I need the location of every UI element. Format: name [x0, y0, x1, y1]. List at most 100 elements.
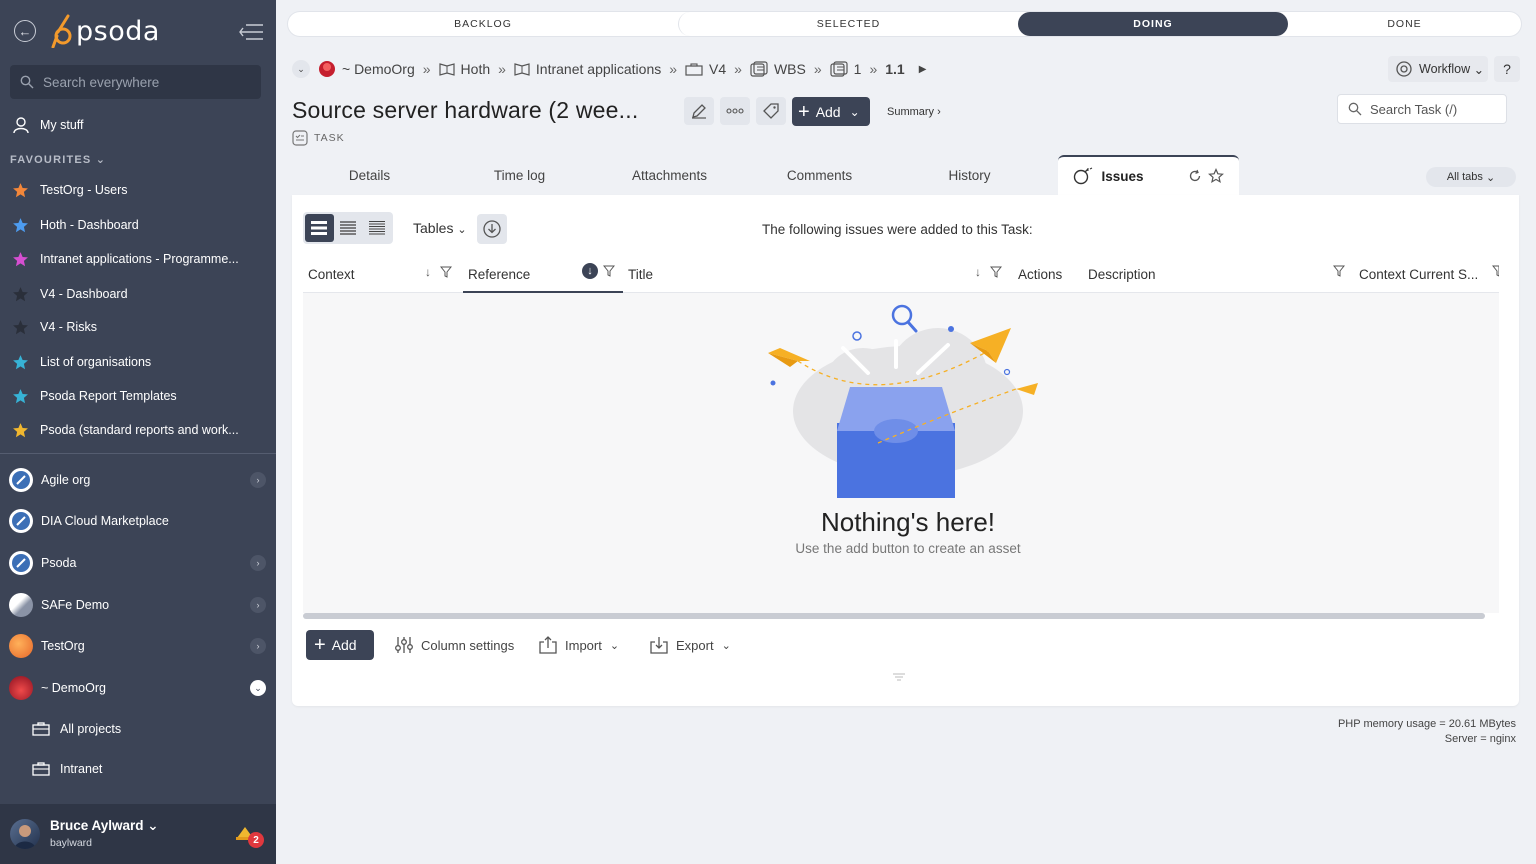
tab-history[interactable]: History — [922, 155, 1017, 195]
briefcase-icon — [32, 722, 50, 736]
favourite-item[interactable]: List of organisations — [0, 347, 276, 377]
chevron-right-icon[interactable]: › — [250, 597, 266, 613]
org-psoda[interactable]: Psoda › — [0, 546, 276, 580]
back-icon[interactable]: ← — [14, 20, 36, 42]
psoda-logo[interactable]: psoda — [50, 13, 160, 49]
favourite-item[interactable]: TestOrg - Users — [0, 175, 276, 205]
tab-attachments[interactable]: Attachments — [612, 155, 727, 195]
tab-comments[interactable]: Comments — [767, 155, 872, 195]
briefcase-icon — [32, 762, 50, 776]
stage-backlog[interactable]: BACKLOG — [288, 12, 678, 36]
sort-arrow-icon[interactable]: ↓ — [975, 265, 981, 279]
horizontal-scrollbar[interactable] — [303, 613, 1485, 619]
star-outline-icon[interactable] — [1207, 168, 1224, 184]
sub-item-all-projects[interactable]: All projects — [32, 714, 121, 744]
filter-icon[interactable] — [1333, 265, 1345, 277]
download-options-button[interactable] — [477, 214, 507, 244]
breadcrumb-v4[interactable]: V4 — [685, 61, 726, 77]
favourite-item[interactable]: V4 - Risks — [0, 312, 276, 342]
more-button[interactable] — [720, 97, 750, 125]
tab-bar: Details Time log Attachments Comments Hi… — [292, 155, 1522, 195]
breadcrumb-wbs[interactable]: WBS — [750, 61, 806, 77]
org-label: Psoda — [41, 556, 77, 570]
filter-icon[interactable] — [990, 266, 1002, 278]
add-button[interactable]: + Add ⌄ — [792, 97, 870, 126]
favourite-item[interactable]: Psoda (standard reports and work... — [0, 415, 276, 445]
star-icon[interactable] — [11, 217, 30, 234]
stage-doing[interactable]: DOING — [1018, 12, 1288, 36]
column-header-title[interactable]: Title — [628, 255, 653, 293]
workflow-button[interactable]: Workflow ⌄ — [1388, 56, 1488, 82]
favourite-item[interactable]: Intranet applications - Programme... — [0, 244, 276, 274]
all-tabs-dropdown[interactable]: All tabs ⌄ — [1426, 167, 1516, 187]
filter-icon[interactable] — [603, 265, 615, 277]
refresh-icon[interactable] — [1188, 169, 1202, 183]
breadcrumb-hoth[interactable]: Hoth — [438, 61, 490, 77]
view-dense-button[interactable] — [362, 214, 391, 242]
chevron-down-icon[interactable]: ⌄ — [292, 60, 310, 78]
filter-icon[interactable] — [440, 266, 452, 278]
org-testorg[interactable]: TestOrg › — [0, 629, 276, 663]
tab-time-log[interactable]: Time log — [472, 155, 567, 195]
sort-arrow-icon[interactable]: ↓ — [425, 265, 431, 279]
column-settings-button[interactable]: Column settings — [394, 636, 514, 654]
breadcrumb-intranet-applications[interactable]: Intranet applications — [514, 61, 661, 77]
sort-active-icon[interactable]: ↓ — [582, 263, 598, 279]
stage-done[interactable]: DONE — [1288, 12, 1521, 36]
favourite-item[interactable]: Psoda Report Templates — [0, 381, 276, 411]
tab-issues[interactable]: Issues — [1058, 155, 1239, 195]
help-button[interactable]: ? — [1494, 56, 1520, 82]
star-icon[interactable] — [11, 319, 30, 336]
breadcrumb-demoorg[interactable]: ~ DemoOrg — [318, 60, 415, 78]
tab-details[interactable]: Details — [322, 155, 417, 195]
caret-right-icon[interactable]: ▶ — [919, 64, 927, 75]
sub-item-intranet[interactable]: Intranet — [32, 754, 102, 784]
user-icon — [12, 117, 29, 134]
org-safe-demo[interactable]: SAFe Demo › — [0, 588, 276, 622]
edit-button[interactable] — [684, 97, 714, 125]
user-name[interactable]: Bruce Aylward ⌄ — [50, 818, 159, 834]
chevron-right-icon[interactable]: › — [250, 555, 266, 571]
my-stuff-link[interactable]: My stuff — [0, 110, 276, 140]
search-task-input[interactable]: Search Task (/) — [1337, 94, 1507, 124]
view-list-button[interactable] — [305, 214, 334, 242]
summary-link[interactable]: Summary › — [887, 106, 941, 118]
favourite-item[interactable]: V4 - Dashboard — [0, 279, 276, 309]
org-agile-org[interactable]: Agile org › — [0, 463, 276, 497]
star-icon[interactable] — [11, 354, 30, 371]
view-compact-button[interactable] — [334, 214, 363, 242]
resize-grip-icon[interactable] — [892, 673, 906, 681]
favourite-label: List of organisations — [40, 355, 152, 369]
column-header-context-current-stage[interactable]: Context Current S... — [1359, 255, 1478, 293]
column-header-description[interactable]: Description — [1088, 255, 1156, 293]
column-header-actions[interactable]: Actions — [1018, 255, 1062, 293]
breadcrumb-1[interactable]: 1 — [830, 61, 861, 77]
search-everywhere-input[interactable]: Search everywhere — [10, 65, 261, 99]
avatar[interactable] — [10, 819, 40, 849]
panel-add-button[interactable]: + Add — [306, 630, 374, 660]
tag-button[interactable] — [756, 97, 786, 125]
star-icon[interactable] — [11, 182, 30, 199]
export-button[interactable]: Export ⌄ — [649, 636, 731, 654]
org-demoorg[interactable]: ~ DemoOrg ⌄ — [0, 671, 276, 705]
chevron-right-icon[interactable]: › — [250, 472, 266, 488]
filter-icon[interactable] — [1492, 265, 1499, 277]
favourites-header[interactable]: FAVOURITES ⌄ — [10, 153, 106, 166]
star-icon[interactable] — [11, 251, 30, 268]
org-dia-cloud-marketplace[interactable]: DIA Cloud Marketplace — [0, 504, 276, 538]
tables-dropdown[interactable]: Tables ⌄ — [413, 220, 467, 236]
org-logo-icon — [9, 634, 33, 658]
chevron-down-icon[interactable]: ⌄ — [250, 680, 266, 696]
column-header-reference[interactable]: Reference — [468, 255, 530, 293]
chevron-down-icon: ⌄ — [609, 639, 620, 652]
star-icon[interactable] — [11, 286, 30, 303]
column-header-context[interactable]: Context — [308, 255, 355, 293]
description-column-controls — [1333, 265, 1345, 277]
collapse-menu-icon[interactable] — [238, 23, 264, 41]
star-icon[interactable] — [11, 388, 30, 405]
chevron-right-icon[interactable]: › — [250, 638, 266, 654]
stage-selected[interactable]: SELECTED — [678, 12, 1018, 36]
star-icon[interactable] — [11, 422, 30, 439]
favourite-item[interactable]: Hoth - Dashboard — [0, 210, 276, 240]
import-button[interactable]: Import ⌄ — [538, 636, 619, 654]
